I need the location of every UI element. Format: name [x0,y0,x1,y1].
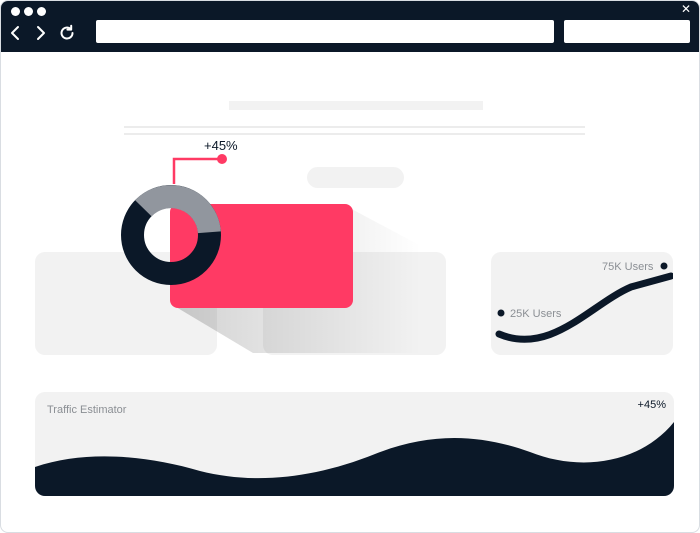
browser-window: ✕ +45% 75K Users 25K Users Traffic Estim… [0,0,700,533]
high-point-dot [660,262,668,270]
users-card: 75K Users 25K Users [491,252,673,355]
traffic-change-label: +45% [637,399,666,411]
low-point-dot [497,309,505,317]
callout-line [172,154,227,184]
donut-callout-label: +45% [204,138,238,153]
traffic-estimator-card: Traffic Estimator +45% [35,392,674,496]
traffic-wave [35,422,674,496]
high-users-label: 75K Users [602,261,654,273]
donut-chart [121,185,221,285]
callout-dot [217,154,227,164]
low-users-label: 25K Users [510,308,562,320]
donut-grey-segment [135,185,221,234]
traffic-title: Traffic Estimator [47,404,127,416]
